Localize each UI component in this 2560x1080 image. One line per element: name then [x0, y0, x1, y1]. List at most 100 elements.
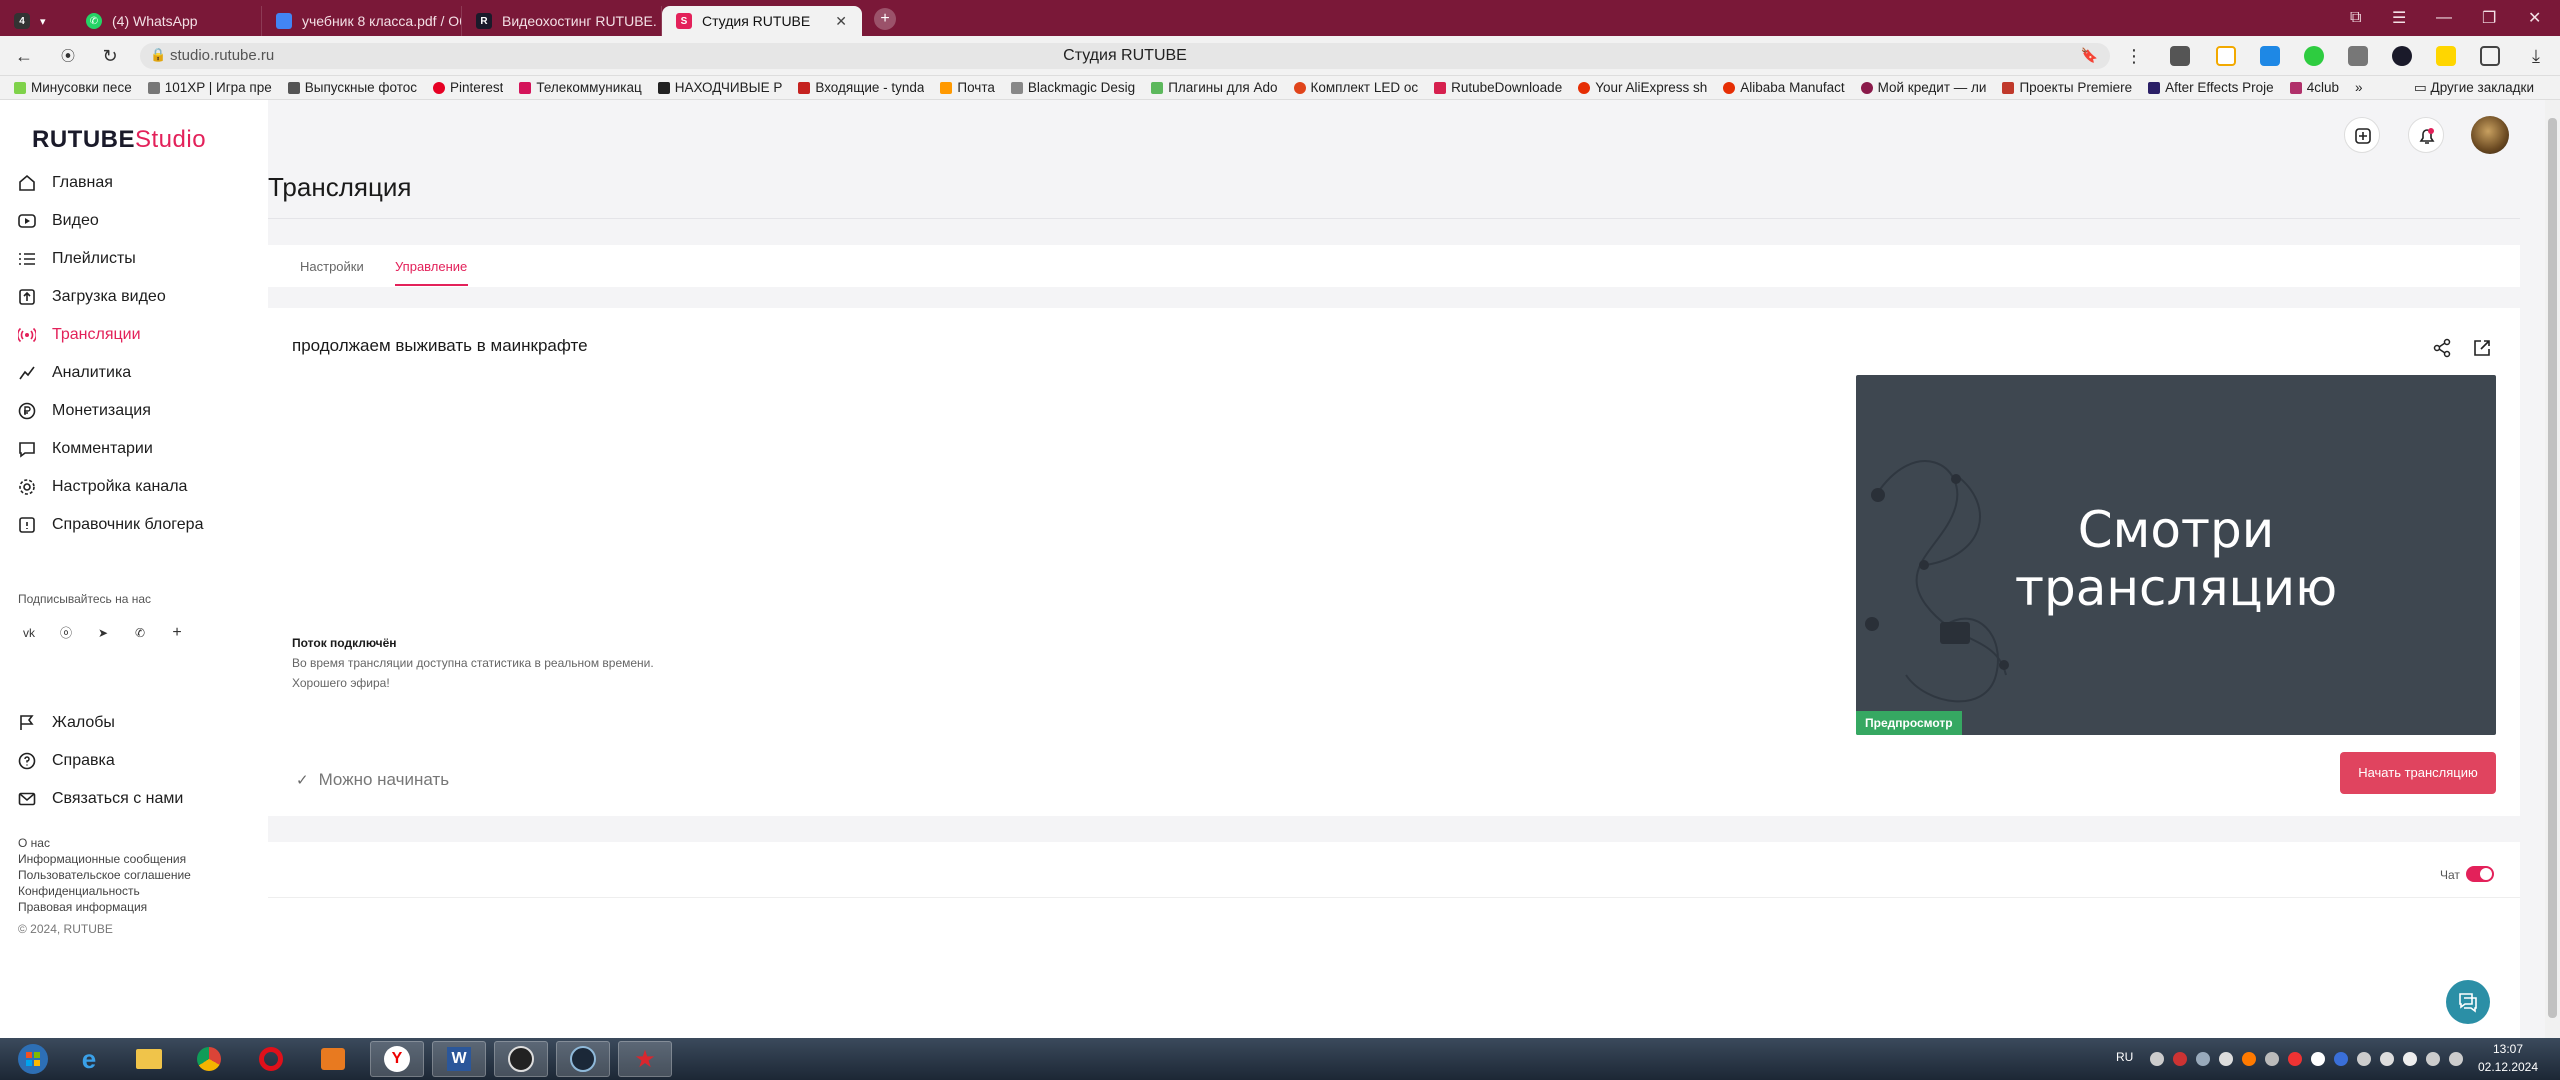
new-tab-button[interactable]: +	[874, 8, 896, 30]
bookmark-item[interactable]: Alibaba Manufact	[1723, 80, 1845, 95]
scrollbar-thumb[interactable]	[2548, 118, 2557, 1018]
avatar[interactable]	[2471, 116, 2509, 154]
sidebar-item-broadcasts[interactable]: Трансляции	[18, 320, 141, 350]
share-window-icon[interactable]	[2480, 46, 2500, 66]
plus-icon[interactable]: +	[166, 622, 188, 644]
tray-icon[interactable]	[2219, 1052, 2233, 1066]
add-video-button[interactable]	[2344, 117, 2380, 153]
chat-toggle[interactable]	[2466, 866, 2494, 882]
sidebar-item-analytics[interactable]: Аналитика	[18, 358, 131, 388]
tray-icon[interactable]	[2357, 1052, 2371, 1066]
bookmark-item[interactable]: Pinterest	[433, 80, 503, 95]
tray-icon[interactable]	[2403, 1052, 2417, 1066]
tab-management[interactable]: Управление	[395, 259, 467, 274]
volume-icon[interactable]	[2380, 1052, 2394, 1066]
reload-icon[interactable]: ↻	[98, 44, 122, 68]
menu-icon[interactable]: ☰	[2392, 0, 2406, 36]
download-icon[interactable]: ⤓	[2524, 44, 2548, 68]
url-field[interactable]: 🔒 studio.rutube.ru Студия RUTUBE 🔖	[140, 43, 2110, 69]
sidebar-item-playlists[interactable]: Плейлисты	[18, 244, 136, 274]
app-star-icon[interactable]: ★	[618, 1041, 672, 1077]
tray-icon[interactable]	[2173, 1052, 2187, 1066]
other-bookmarks[interactable]: ▭ Другие закладки	[2414, 76, 2534, 100]
bookmark-item[interactable]: Мой кредит — ли	[1860, 80, 1986, 95]
steam-tray-icon[interactable]	[2196, 1052, 2210, 1066]
bookmark-item[interactable]: Почта	[940, 80, 995, 95]
bookmark-item[interactable]: 101XP | Игра пре	[147, 80, 272, 95]
sidebar-item-help[interactable]: Справка	[18, 746, 115, 776]
sidebar-item-video[interactable]: Видео	[18, 206, 99, 236]
window-close-icon[interactable]: ✕	[2528, 0, 2541, 36]
start-button[interactable]	[6, 1041, 60, 1077]
footer-link-info[interactable]: Информационные сообщения	[18, 852, 186, 866]
bookmark-icon[interactable]: 🔖	[2081, 47, 2098, 64]
telegram-icon[interactable]: ➤	[92, 622, 114, 644]
tray-icon[interactable]	[2150, 1052, 2164, 1066]
tab-settings[interactable]: Настройки	[300, 259, 364, 274]
tray-icon[interactable]	[2449, 1052, 2463, 1066]
network-icon[interactable]	[2426, 1052, 2440, 1066]
footer-link-privacy[interactable]: Конфиденциальность	[18, 884, 140, 898]
bookmark-item[interactable]: Выпускные фотос	[287, 80, 417, 95]
share-icon[interactable]	[2432, 338, 2452, 358]
opera-icon[interactable]	[244, 1041, 298, 1077]
word-icon[interactable]: W	[432, 1041, 486, 1077]
ok-icon[interactable]: ⓞ	[55, 622, 77, 644]
clock-time[interactable]: 13:07	[2476, 1042, 2540, 1056]
media-player-icon[interactable]	[306, 1041, 360, 1077]
bookmark-item[interactable]: Входящие - tynda	[798, 80, 924, 95]
more-icon[interactable]: ⋮	[2122, 44, 2146, 68]
vk-icon[interactable]: vk	[18, 622, 40, 644]
sidebar-item-channel-settings[interactable]: Настройка канала	[18, 472, 187, 502]
chrome-icon[interactable]	[182, 1041, 236, 1077]
extension-icon[interactable]	[2436, 46, 2456, 66]
bookmark-item[interactable]: Плагины для Ado	[1151, 80, 1278, 95]
extension-icon[interactable]	[2260, 46, 2280, 66]
bookmarks-overflow[interactable]: »	[2355, 80, 2363, 95]
extension-icon[interactable]	[2348, 46, 2368, 66]
external-link-icon[interactable]	[2472, 338, 2492, 358]
bookmark-item[interactable]: Проекты Premiere	[2002, 80, 2132, 95]
browser-tab-whatsapp[interactable]: ✆ (4) WhatsApp	[72, 6, 262, 36]
bluetooth-icon[interactable]	[2334, 1052, 2348, 1066]
bookmark-item[interactable]: Your AliExpress sh	[1578, 80, 1707, 95]
minimize-icon[interactable]: —	[2436, 0, 2452, 36]
yandex-browser-icon[interactable]: Y	[370, 1041, 424, 1077]
page-scrollbar[interactable]	[2545, 100, 2560, 1038]
stream-preview[interactable]: Смотри трансляцию Предпросмотр	[1856, 375, 2496, 735]
play-extension-icon[interactable]	[2216, 46, 2236, 66]
footer-link-about[interactable]: О нас	[18, 836, 50, 850]
back-icon[interactable]: ←	[12, 44, 36, 68]
sidebar-item-contact[interactable]: Связаться с нами	[18, 784, 183, 814]
tray-icon[interactable]	[2288, 1052, 2302, 1066]
footer-link-legal[interactable]: Правовая информация	[18, 900, 147, 914]
start-broadcast-button[interactable]: Начать трансляцию	[2340, 752, 2496, 794]
sidebar-item-home[interactable]: Главная	[18, 168, 113, 198]
browser-tab-pdf[interactable]: учебник 8 класса.pdf / Об	[262, 6, 462, 36]
sidebar-item-monetization[interactable]: Монетизация	[18, 396, 151, 426]
sidebar-item-comments[interactable]: Комментарии	[18, 434, 153, 464]
bookmark-item[interactable]: Телекоммуникац	[519, 80, 642, 95]
rutube-studio-logo[interactable]: RUTUBEStudio	[32, 126, 206, 154]
bookmark-item[interactable]: Минусовки песе	[14, 80, 132, 95]
tray-icon[interactable]	[2265, 1052, 2279, 1066]
language-indicator[interactable]: RU	[2116, 1050, 2133, 1064]
tray-icon[interactable]	[2311, 1052, 2325, 1066]
footer-link-agreement[interactable]: Пользовательское соглашение	[18, 868, 191, 882]
sidebar-item-upload[interactable]: Загрузка видео	[18, 282, 166, 312]
bookmark-item[interactable]: Blackmagic Desig	[1010, 80, 1135, 95]
sidebar-item-blogger-guide[interactable]: Справочник блогера	[18, 510, 203, 540]
notifications-button[interactable]	[2408, 117, 2444, 153]
viber-icon[interactable]: ✆	[129, 622, 151, 644]
bookmark-item[interactable]: 4club	[2289, 80, 2339, 95]
maximize-icon[interactable]: ❐	[2482, 0, 2496, 36]
close-icon[interactable]: ✕	[823, 13, 847, 30]
bookmark-item[interactable]: Комплект LED ос	[1293, 80, 1418, 95]
obs-icon[interactable]	[494, 1041, 548, 1077]
rutube-extension-icon[interactable]	[2392, 46, 2412, 66]
tray-icon[interactable]	[2242, 1052, 2256, 1066]
bookmark-item[interactable]: НАХОДЧИВЫЕ Р	[657, 80, 782, 95]
support-chat-button[interactable]	[2446, 980, 2490, 1024]
bookmark-item[interactable]: After Effects Proje	[2148, 80, 2274, 95]
bookmark-item[interactable]: RutubeDownloade	[1434, 80, 1562, 95]
